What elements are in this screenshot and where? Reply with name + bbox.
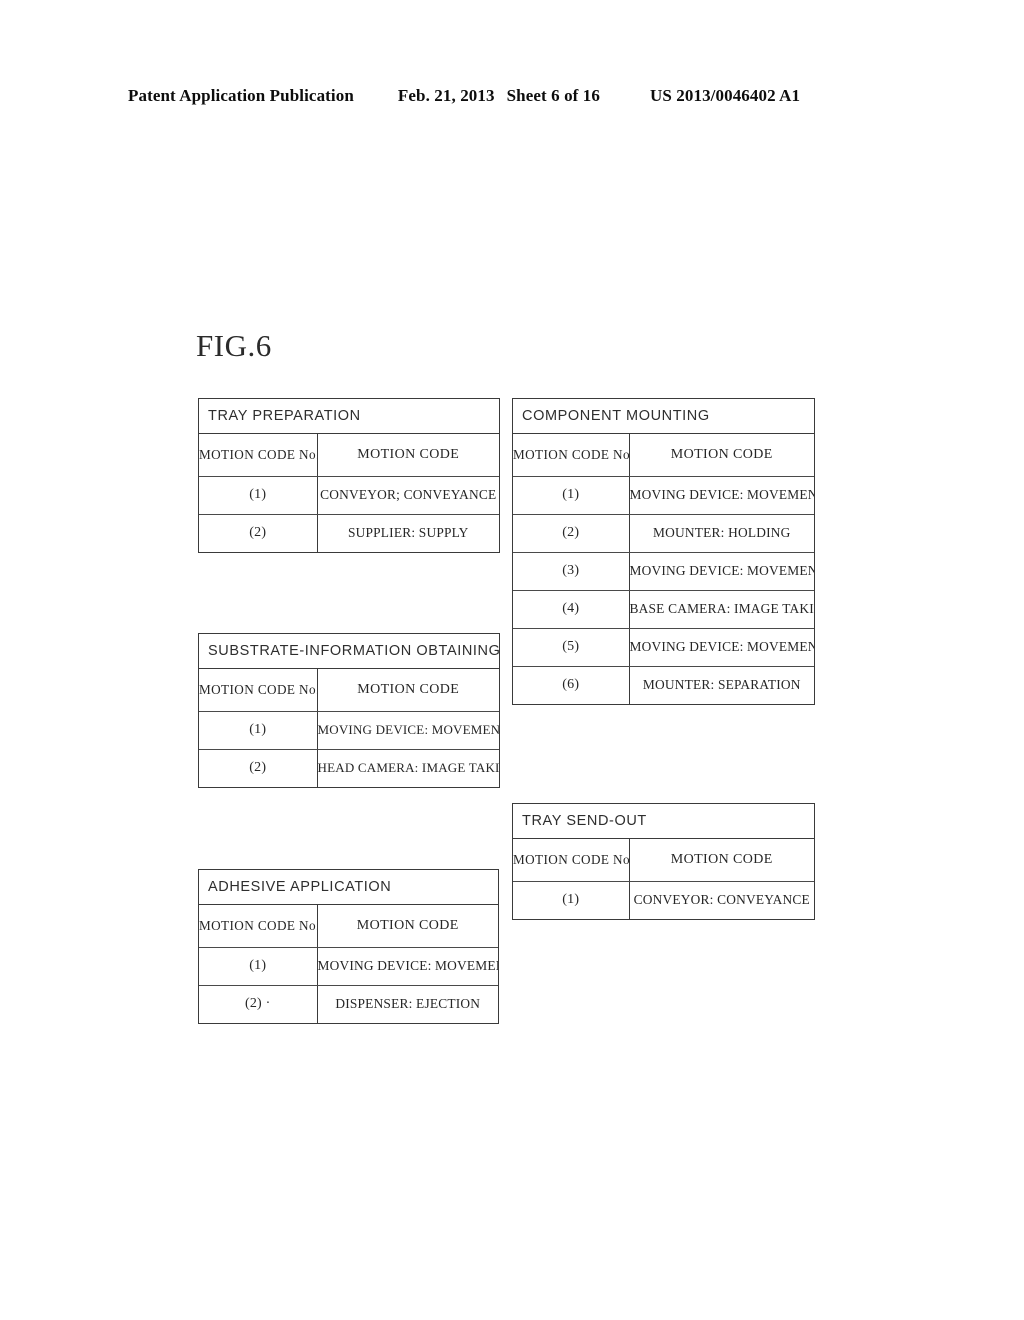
table-row: (2) SUPPLIER: SUPPLY [199, 514, 499, 552]
table-title: TRAY SEND-OUT [513, 804, 814, 839]
table-title: SUBSTRATE-INFORMATION OBTAINING [199, 634, 499, 669]
cell-code: MOVING DEVICE: MOVEMENT [629, 552, 814, 591]
column-header-code-no: MOTION CODE No. [513, 839, 630, 882]
table-row: (2) · DISPENSER: EJECTION [199, 985, 498, 1023]
publication-date: Feb. 21, 2013 [397, 86, 495, 105]
cell-code: MOUNTER: SEPARATION [642, 677, 801, 693]
table-substrate-information-obtaining: SUBSTRATE-INFORMATION OBTAINING MOTION C… [198, 633, 500, 788]
column-header-code: MOTION CODE [317, 434, 499, 477]
cell-code-no: (2) [513, 514, 630, 553]
cell-code-no: (2) · [199, 985, 318, 1023]
cell-code: MOVING DEVICE: MOVEMENT [629, 628, 814, 667]
table-grid: MOTION CODE No. MOTION CODE (1) MOVING D… [513, 434, 814, 704]
cell-code-no: (6) [513, 666, 630, 704]
table-header-row: MOTION CODE No. MOTION CODE [199, 669, 499, 712]
table-row: (1) MOVING DEVICE: MOVEMENT [199, 711, 499, 750]
cell-code: SUPPLIER: SUPPLY [347, 525, 469, 541]
cell-code-no: (3) [513, 552, 630, 591]
cell-code: MOVING DEVICE: MOVEMENT [629, 476, 814, 515]
page-header: Patent Application Publication Feb. 21, … [128, 86, 896, 112]
table-row: (2) MOUNTER: HOLDING [513, 514, 814, 553]
table-row: (1) MOVING DEVICE: MOVEMENT [199, 947, 498, 986]
table-header-row: MOTION CODE No. MOTION CODE [199, 434, 499, 477]
cell-code-no: (1) [199, 947, 318, 986]
table-tray-preparation: TRAY PREPARATION MOTION CODE No. MOTION … [198, 398, 500, 553]
table-row: (3) MOVING DEVICE: MOVEMENT [513, 552, 814, 591]
table-title: TRAY PREPARATION [199, 399, 499, 434]
column-header-code: MOTION CODE [317, 905, 498, 948]
table-title: COMPONENT MOUNTING [513, 399, 814, 434]
cell-code: MOVING DEVICE: MOVEMENT [317, 947, 498, 986]
figure-label: FIG.6 [196, 328, 272, 363]
cell-code-no: (2) [199, 749, 318, 787]
table-title: ADHESIVE APPLICATION [199, 870, 498, 905]
publication-label: Patent Application Publication [128, 86, 354, 105]
cell-code: MOUNTER: HOLDING [629, 514, 814, 553]
cell-code: BASE CAMERA: IMAGE TAKING [629, 590, 814, 629]
column-header-code: MOTION CODE [629, 839, 814, 882]
table-row: (5) MOVING DEVICE: MOVEMENT [513, 628, 814, 667]
cell-code-no: (1) [199, 711, 318, 750]
table-row: (2) HEAD CAMERA: IMAGE TAKING [199, 749, 499, 787]
table-tray-send-out: TRAY SEND-OUT MOTION CODE No. MOTION COD… [512, 803, 815, 920]
table-grid: MOTION CODE No. MOTION CODE (1) MOVING D… [199, 669, 499, 787]
table-row: (1) CONVEYOR: CONVEYANCE [513, 881, 814, 919]
table-row: (1) MOVING DEVICE: MOVEMENT [513, 476, 814, 515]
column-header-code-no: MOTION CODE No. [199, 905, 318, 948]
cell-code: HEAD CAMERA: IMAGE TAKING [317, 760, 500, 776]
cell-code-no: (5) [513, 628, 630, 667]
column-header-code-no: MOTION CODE No. [199, 434, 318, 477]
table-grid: MOTION CODE No. MOTION CODE (1) CONVEYOR… [513, 839, 814, 919]
cell-code: MOVING DEVICE: MOVEMENT [317, 711, 499, 750]
column-header-code: MOTION CODE [317, 669, 499, 712]
cell-code-no: (1) [513, 476, 630, 515]
cell-code: DISPENSER: EJECTION [335, 996, 481, 1012]
cell-code: CONVEYOR; CONVEYANCE [317, 476, 499, 515]
table-header-row: MOTION CODE No. MOTION CODE [513, 839, 814, 882]
table-header-row: MOTION CODE No. MOTION CODE [199, 905, 498, 948]
table-header-row: MOTION CODE No. MOTION CODE [513, 434, 814, 477]
column-header-code: MOTION CODE [629, 434, 814, 477]
table-component-mounting: COMPONENT MOUNTING MOTION CODE No. MOTIO… [512, 398, 815, 705]
table-grid: MOTION CODE No. MOTION CODE (1) CONVEYOR… [199, 434, 499, 552]
sheet-number: Sheet 6 of 16 [506, 86, 600, 105]
table-grid: MOTION CODE No. MOTION CODE (1) MOVING D… [199, 905, 498, 1023]
cell-code-no: (4) [513, 590, 630, 629]
cell-code-no: (2) [199, 514, 318, 552]
table-row: (1) CONVEYOR; CONVEYANCE [199, 476, 499, 515]
table-row: (6) MOUNTER: SEPARATION [513, 666, 814, 704]
column-header-code-no: MOTION CODE No. [199, 669, 318, 712]
table-adhesive-application: ADHESIVE APPLICATION MOTION CODE No. MOT… [198, 869, 499, 1024]
column-header-code-no: MOTION CODE No. [513, 434, 630, 477]
cell-code-no: (1) [513, 881, 630, 919]
cell-code-no: (1) [199, 476, 318, 515]
document-number: US 2013/0046402 A1 [649, 86, 801, 105]
table-row: (4) BASE CAMERA: IMAGE TAKING [513, 590, 814, 629]
cell-code: CONVEYOR: CONVEYANCE [633, 892, 810, 908]
